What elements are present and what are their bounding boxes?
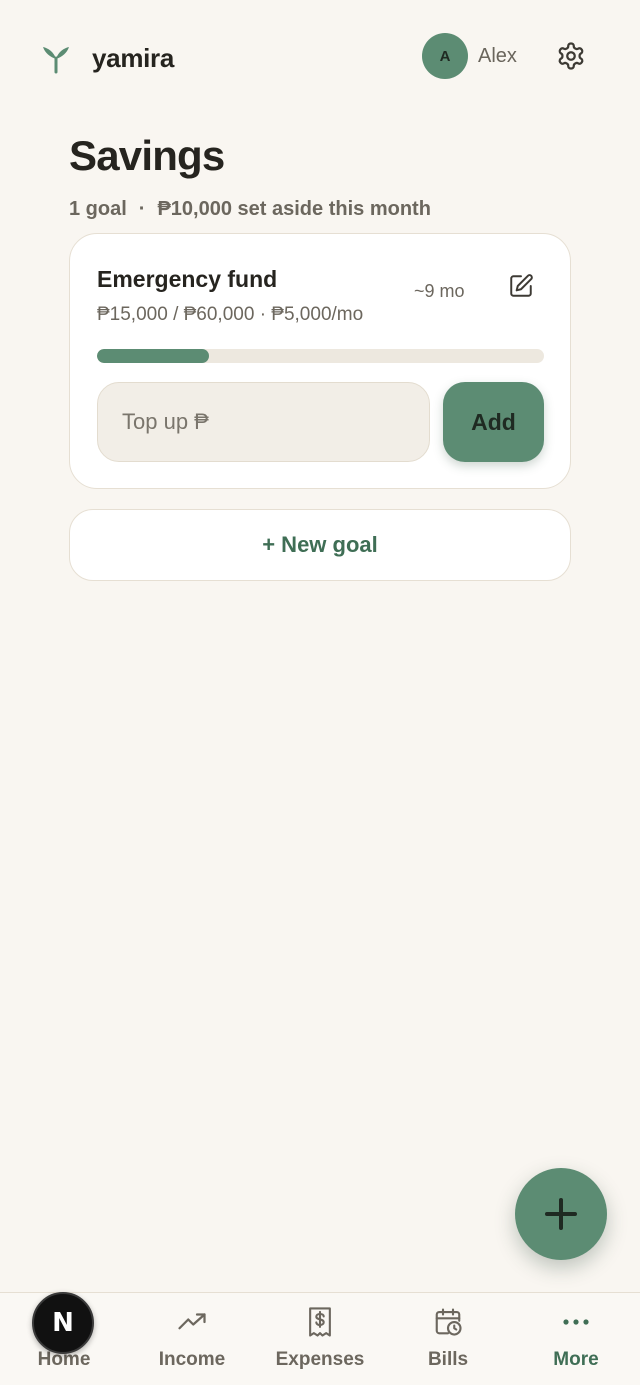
- brand-name: yamira: [92, 43, 175, 73]
- more-dots-icon: [561, 1307, 591, 1337]
- nav-income[interactable]: Income: [128, 1293, 256, 1385]
- trending-up-icon: [177, 1307, 207, 1337]
- user-name[interactable]: Alex: [478, 45, 517, 68]
- savings-summary: 1 goal · ₱10,000 set aside this month: [69, 198, 431, 221]
- summary-separator: ·: [138, 198, 146, 220]
- goal-amounts: ₱15,000 / ₱60,000 · ₱5,000/mo: [97, 304, 364, 325]
- edit-goal-button[interactable]: [506, 271, 536, 301]
- gear-icon: [558, 42, 584, 70]
- plus-icon: [545, 1198, 577, 1230]
- set-aside-amount: ₱10,000 set aside this month: [157, 198, 431, 220]
- nav-bills-label: Bills: [427, 1349, 469, 1370]
- settings-button[interactable]: [553, 38, 589, 74]
- savings-page: yamira A Alex Savings 1 goal · ₱10,000 set…: [0, 0, 640, 1385]
- bottom-nav: Home Income Expenses Bills More: [0, 1292, 640, 1385]
- goal-eta: ~9 mo: [414, 281, 465, 301]
- nav-expenses[interactable]: Expenses: [256, 1293, 384, 1385]
- goal-count: 1 goal: [69, 198, 127, 220]
- app-header: yamira A Alex: [0, 0, 640, 110]
- goal-progress-bar: [97, 349, 544, 363]
- add-topup-button[interactable]: Add: [443, 382, 544, 462]
- avatar[interactable]: A: [422, 33, 468, 79]
- calendar-clock-icon: [433, 1307, 463, 1337]
- goal-card: Emergency fund ₱15,000 / ₱60,000 · ₱5,00…: [69, 233, 571, 489]
- nav-income-label: Income: [158, 1349, 226, 1370]
- topup-input[interactable]: [97, 382, 430, 462]
- edit-icon: [510, 274, 533, 297]
- page-title: Savings: [69, 132, 225, 179]
- dev-badge[interactable]: N: [32, 1292, 94, 1354]
- goal-name: Emergency fund: [97, 266, 278, 292]
- nav-expenses-label: Expenses: [275, 1349, 365, 1370]
- new-goal-button[interactable]: + New goal: [69, 509, 571, 581]
- nav-bills[interactable]: Bills: [384, 1293, 512, 1385]
- receipt-icon: [305, 1307, 335, 1337]
- add-fab-button[interactable]: [515, 1168, 607, 1260]
- sprout-icon: [43, 47, 69, 74]
- nav-more-label: More: [553, 1349, 599, 1370]
- goal-progress-fill: [97, 349, 209, 363]
- nav-more[interactable]: More: [512, 1293, 640, 1385]
